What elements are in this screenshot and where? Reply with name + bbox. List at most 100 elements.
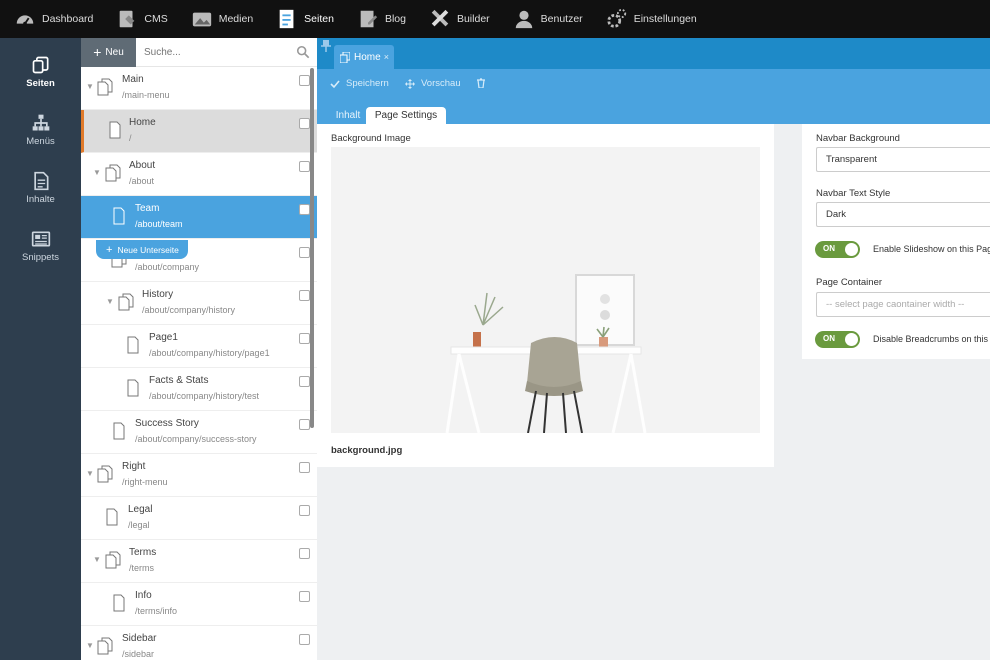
page-icon [113, 207, 125, 225]
row-checkbox[interactable] [299, 290, 310, 301]
page-stack-icon [97, 465, 113, 483]
page-icon [106, 508, 118, 526]
search-input[interactable] [136, 38, 291, 66]
row-checkbox[interactable] [299, 118, 310, 129]
tree-row-facts-stats[interactable]: Facts & Stats /about/company/history/tes… [81, 368, 317, 411]
tree-row-right[interactable]: ▼ Right /right-menu [81, 454, 317, 497]
tree-row-title: Sidebar [122, 633, 157, 644]
tree-row-page1[interactable]: Page1 /about/company/history/page1 [81, 325, 317, 368]
sidebar-item-inhalte[interactable]: Inhalte [0, 154, 81, 212]
nav-builder[interactable]: Builder [415, 0, 499, 38]
tree-row-success-story[interactable]: Success Story /about/company/success-sto… [81, 411, 317, 454]
plus-icon: + [106, 243, 113, 256]
row-checkbox[interactable] [299, 462, 310, 473]
media-icon [192, 12, 211, 27]
nav-cms[interactable]: CMS [102, 0, 176, 38]
tree-row-main[interactable]: ▼ Main /main-menu [81, 67, 317, 110]
tree-row-legal[interactable]: Legal /legal [81, 497, 317, 540]
nav-blog[interactable]: Blog [343, 0, 415, 38]
preview-button[interactable]: Vorschau [405, 78, 461, 89]
tree-row-title: Legal [128, 504, 153, 515]
search-icon[interactable] [296, 45, 310, 59]
toggle-on-text: ON [823, 244, 835, 253]
page-container-select[interactable]: -- select page caontainer width -- [816, 292, 990, 317]
tree-row-path: /sidebar [122, 649, 155, 659]
tree-row-title: About [129, 160, 156, 171]
caret-down-icon[interactable]: ▼ [86, 469, 94, 478]
page-container-label: Page Container [816, 277, 883, 288]
page-icon [113, 422, 125, 440]
toggle-knob [845, 243, 858, 256]
tree-row-sidebar[interactable]: ▼ Sidebar /sidebar [81, 626, 317, 660]
tree-row-about[interactable]: ▼ About /about [81, 153, 317, 196]
tree-row-title: Terms [129, 547, 157, 558]
nav-benutzer[interactable]: Benutzer [499, 0, 592, 38]
caret-down-icon[interactable]: ▼ [93, 555, 101, 564]
tree-row-terms[interactable]: ▼ Terms /terms [81, 540, 317, 583]
tab-inhalt[interactable]: Inhalt [330, 107, 366, 124]
tree-row-path: /about/company/success-story [135, 434, 257, 444]
close-icon[interactable]: × [384, 52, 389, 62]
slideshow-toggle[interactable]: ON [815, 241, 860, 258]
save-button[interactable]: Speichern [330, 78, 389, 89]
nav-seiten[interactable]: Seiten [262, 0, 343, 38]
navbar-text-style-select[interactable]: Dark [816, 202, 990, 227]
tree-row-path: /main-menu [122, 90, 170, 100]
trash-icon [477, 78, 485, 88]
tree-row-title: Right [122, 461, 146, 472]
check-icon [330, 79, 340, 88]
row-checkbox[interactable] [299, 634, 310, 645]
caret-down-icon[interactable]: ▼ [86, 82, 94, 91]
tree-row-title: Success Story [135, 418, 199, 429]
pages-icon [279, 9, 294, 29]
new-subpage-button[interactable]: + Neue Unterseite [96, 240, 188, 259]
new-page-button[interactable]: + Neu [81, 38, 136, 67]
tree-row-path: /about/company/history/test [149, 391, 260, 401]
tree-scrollbar[interactable] [310, 68, 314, 428]
background-image-preview[interactable] [331, 147, 760, 433]
caret-down-icon[interactable]: ▼ [86, 641, 94, 650]
breadcrumbs-toggle[interactable]: ON [815, 331, 860, 348]
tab-home[interactable]: Home × [334, 45, 394, 69]
nav-blog-label: Blog [384, 13, 406, 25]
nav-einstellungen[interactable]: Einstellungen [592, 0, 706, 38]
tree-row-history[interactable]: ▼ History /about/company/history [81, 282, 317, 325]
tree-row-info[interactable]: Info /terms/info [81, 583, 317, 626]
sidebar-item-menus[interactable]: Menüs [0, 96, 81, 154]
tab-page-settings[interactable]: Page Settings [366, 107, 446, 124]
tree-row-team[interactable]: Team /about/team [81, 196, 317, 239]
nav-dashboard[interactable]: Dashboard [0, 0, 102, 38]
sidebar-item-snippets[interactable]: Snippets [0, 212, 81, 270]
move-icon [405, 78, 415, 89]
page-icon [127, 336, 139, 354]
pin-icon[interactable] [321, 40, 331, 52]
sidebar-item-seiten[interactable]: Seiten [0, 38, 81, 96]
row-checkbox[interactable] [299, 419, 310, 430]
row-checkbox[interactable] [299, 505, 310, 516]
row-checkbox[interactable] [299, 204, 310, 215]
row-checkbox[interactable] [299, 591, 310, 602]
page-stack-icon [105, 551, 121, 569]
page-stack-icon [118, 293, 134, 311]
nav-medien[interactable]: Medien [177, 0, 262, 38]
row-checkbox[interactable] [299, 75, 310, 86]
tree-row-home[interactable]: Home / [81, 110, 317, 153]
row-checkbox[interactable] [299, 376, 310, 387]
preview-label: Vorschau [421, 78, 461, 89]
tree-row-title: Main [122, 74, 144, 85]
delete-button[interactable] [476, 78, 492, 88]
row-checkbox[interactable] [299, 247, 310, 258]
row-checkbox[interactable] [299, 548, 310, 559]
row-checkbox[interactable] [299, 161, 310, 172]
user-icon [515, 10, 532, 29]
navbar-background-select[interactable]: Transparent [816, 147, 990, 172]
tree-row-title: Page1 [149, 332, 178, 343]
top-navbar: Dashboard CMS Medien Seiten Blog Builder… [0, 0, 990, 38]
caret-down-icon[interactable]: ▼ [106, 297, 114, 306]
caret-down-icon[interactable]: ▼ [93, 168, 101, 177]
nav-seiten-label: Seiten [304, 13, 334, 25]
row-checkbox[interactable] [299, 333, 310, 344]
editor-tab-strip [317, 38, 990, 69]
new-page-label: Neu [105, 46, 124, 58]
document-icon [33, 171, 48, 191]
